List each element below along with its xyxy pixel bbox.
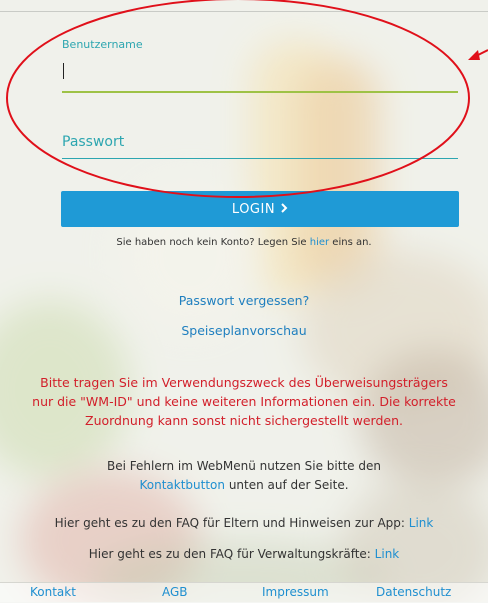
footer-privacy-link[interactable]: Datenschutz <box>376 585 451 599</box>
username-input[interactable] <box>62 60 458 84</box>
menu-preview-link[interactable]: Speiseplanvorschau <box>181 323 306 338</box>
password-underline <box>62 158 458 159</box>
faq-parents-text: Hier geht es zu den FAQ für Eltern und H… <box>54 516 434 530</box>
footer-terms-link[interactable]: AGB <box>162 585 188 599</box>
username-underline <box>62 91 458 93</box>
help-text: Bei Fehlern im WebMenü nutzen Sie bitte … <box>107 459 381 492</box>
chevron-right-icon <box>281 202 288 217</box>
footer-bar: Kontakt AGB Impressum Datenschutz <box>0 582 488 603</box>
top-divider <box>0 11 488 12</box>
text-cursor <box>63 63 64 79</box>
password-input[interactable] <box>62 128 458 152</box>
footer-contact-link[interactable]: Kontakt <box>30 585 76 599</box>
register-link[interactable]: hier <box>310 237 329 248</box>
forgot-password-link[interactable]: Passwort vergessen? <box>179 293 309 308</box>
faq-staff-text: Hier geht es zu den FAQ für Verwaltungsk… <box>88 547 400 561</box>
login-button[interactable]: LOGIN <box>61 191 459 227</box>
no-account-text: Sie haben noch kein Konto? Legen Sie hie… <box>116 237 372 248</box>
footer-imprint-link[interactable]: Impressum <box>262 585 329 599</box>
faq-parents-link[interactable]: Link <box>409 516 434 530</box>
username-label: Benutzername <box>62 38 143 51</box>
login-button-label: LOGIN <box>231 201 276 217</box>
faq-staff-link[interactable]: Link <box>375 547 400 561</box>
payment-warning: Bitte tragen Sie im Verwendungszweck des… <box>32 375 456 428</box>
contact-button-link[interactable]: Kontaktbutton <box>139 478 225 492</box>
